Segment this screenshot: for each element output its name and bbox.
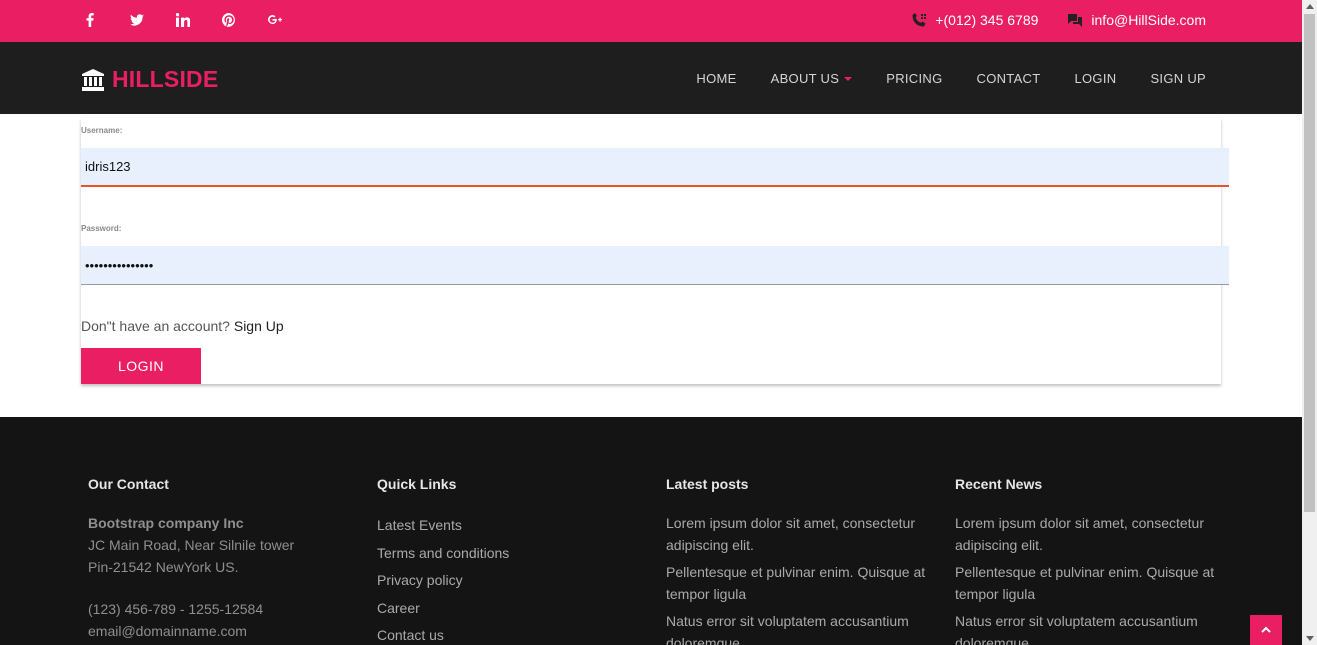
quick-link[interactable]: Latest Events <box>377 512 647 540</box>
caret-down-icon <box>844 76 853 81</box>
news-item[interactable]: Natus error sit voluptatem accusantium d… <box>955 610 1225 645</box>
page-scrollbar[interactable] <box>1302 0 1317 645</box>
company-name: Bootstrap company Inc <box>88 515 244 531</box>
footer-email[interactable]: email@domainname.com <box>88 620 358 642</box>
recent-news-title: Recent News <box>955 476 1043 492</box>
address-line-1: JC Main Road, Near Silnile tower <box>88 537 295 553</box>
email-address[interactable]: info@HillSide.com <box>1091 12 1206 28</box>
brand-name: HILLSIDE <box>112 66 219 92</box>
quick-link[interactable]: Career <box>377 595 647 623</box>
signup-link[interactable]: Sign Up <box>234 318 284 334</box>
login-button[interactable]: LOGIN <box>81 348 201 384</box>
scroll-up-arrow-icon[interactable] <box>1306 4 1314 9</box>
email-contact: info@HillSide.com <box>1068 12 1206 28</box>
footer-phone: (123) 456-789 - 1255-12584 <box>88 601 264 617</box>
nav-item-signup[interactable]: SIGN UP <box>1150 71 1206 86</box>
post-item[interactable]: Natus error sit voluptatem accusantium d… <box>666 610 936 645</box>
google-plus-icon[interactable] <box>268 10 314 30</box>
quick-link[interactable]: Terms and conditions <box>377 540 647 568</box>
scroll-down-arrow-icon[interactable] <box>1306 636 1314 641</box>
social-links <box>84 10 314 30</box>
signup-prompt: Don"t have an account? Sign Up <box>81 318 284 334</box>
nav-item-pricing[interactable]: PRICING <box>886 71 942 86</box>
footer-recent-news: Recent News Lorem ipsum dolor sit amet, … <box>955 476 1225 645</box>
chat-icon <box>1068 14 1083 27</box>
chevron-up-icon <box>1261 626 1271 633</box>
contact-info: +(012) 345 6789 info@HillSide.com <box>882 12 1206 28</box>
nav-item-home[interactable]: HOME <box>696 71 736 86</box>
address-line-2: Pin-21542 NewYork US. <box>88 559 239 575</box>
quick-links-title: Quick Links <box>377 476 457 492</box>
phone-icon <box>912 13 927 27</box>
phone-contact: +(012) 345 6789 <box>912 12 1038 28</box>
latest-posts-title: Latest posts <box>666 476 749 492</box>
footer-contact-title: Our Contact <box>88 476 169 492</box>
twitter-icon[interactable] <box>130 10 176 30</box>
nav-item-contact[interactable]: CONTACT <box>977 71 1041 86</box>
main-navbar: HILLSIDE HOME ABOUT US PRICING CONTACT L… <box>0 42 1302 114</box>
password-field[interactable] <box>81 246 1229 285</box>
scrollbar-thumb[interactable] <box>1304 14 1315 512</box>
quick-link[interactable]: Contact us <box>377 622 647 645</box>
footer-contact: Our Contact Bootstrap company Inc JC Mai… <box>88 476 358 642</box>
bank-icon <box>82 68 104 91</box>
no-account-text: Don"t have an account? <box>81 318 230 334</box>
pinterest-icon[interactable] <box>222 10 268 30</box>
phone-number: +(012) 345 6789 <box>935 12 1039 28</box>
news-item[interactable]: Pellentesque et pulvinar enim. Quisque a… <box>955 561 1225 605</box>
nav-item-about-us[interactable]: ABOUT US <box>771 71 853 86</box>
nav-item-label: ABOUT US <box>770 71 840 86</box>
brand-logo[interactable]: HILLSIDE <box>82 66 218 93</box>
username-field[interactable] <box>81 148 1229 187</box>
footer-latest-posts: Latest posts Lorem ipsum dolor sit amet,… <box>666 476 936 645</box>
password-label: Password: <box>81 224 122 233</box>
scroll-to-top-button[interactable] <box>1250 615 1282 645</box>
nav-menu: HOME ABOUT US PRICING CONTACT LOGIN SIGN… <box>662 71 1206 86</box>
footer-quick-links: Quick Links Latest Events Terms and cond… <box>377 476 647 645</box>
post-item[interactable]: Pellentesque et pulvinar enim. Quisque a… <box>666 561 936 605</box>
footer: Our Contact Bootstrap company Inc JC Mai… <box>0 417 1302 645</box>
nav-item-login[interactable]: LOGIN <box>1074 71 1116 86</box>
top-bar: +(012) 345 6789 info@HillSide.com <box>0 0 1302 42</box>
news-item[interactable]: Lorem ipsum dolor sit amet, consectetur … <box>955 512 1225 556</box>
facebook-icon[interactable] <box>84 10 130 30</box>
post-item[interactable]: Lorem ipsum dolor sit amet, consectetur … <box>666 512 936 556</box>
linkedin-icon[interactable] <box>176 10 222 30</box>
login-card: Username: Password: Don"t have an accoun… <box>81 118 1229 384</box>
quick-link[interactable]: Privacy policy <box>377 567 647 595</box>
username-label: Username: <box>81 126 123 135</box>
